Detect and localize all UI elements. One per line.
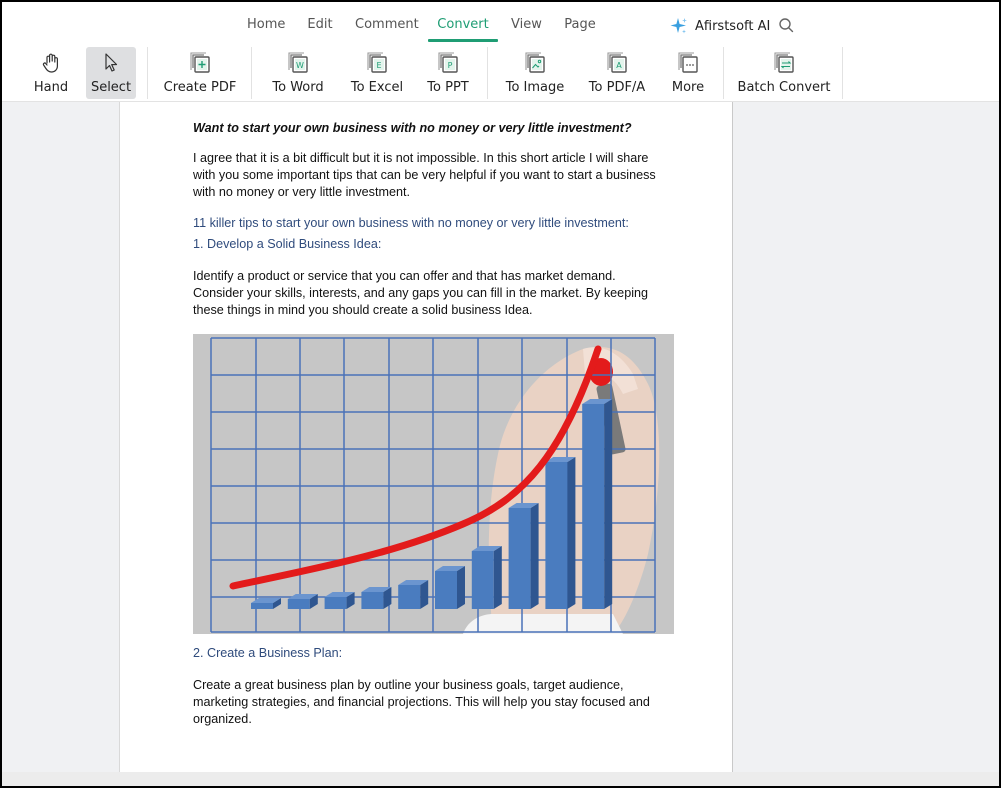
search-icon[interactable] — [778, 17, 794, 33]
to-excel-label: To Excel — [350, 80, 404, 95]
create-pdf-button[interactable]: Create PDF — [163, 47, 237, 99]
chart-bar — [508, 503, 539, 609]
to-ppt-button[interactable]: P To PPT — [425, 47, 471, 99]
to-ppt-icon: P — [438, 52, 458, 73]
document-page[interactable]: Want to start your own business with no … — [119, 102, 733, 772]
create-pdf-icon — [190, 52, 210, 73]
toolbar-separator — [487, 47, 488, 99]
growth-chart-illustration — [193, 334, 674, 634]
hand-icon — [42, 53, 58, 73]
hand-label: Hand — [33, 80, 69, 95]
to-pdfa-label: To PDF/A — [588, 80, 646, 95]
more-label: More — [671, 80, 705, 95]
chart-bar — [471, 546, 502, 609]
create-pdf-label: Create PDF — [163, 80, 237, 95]
tips-heading: 11 killer tips to start your own busines… — [193, 216, 629, 230]
growth-chart-image — [193, 334, 674, 634]
tip1-paragraph: Identify a product or service that you c… — [193, 269, 648, 317]
chart-bar — [582, 399, 613, 609]
to-ppt-label: To PPT — [427, 80, 469, 95]
svg-text:P: P — [448, 61, 453, 70]
chart-bar — [545, 457, 576, 609]
tip2-paragraph: Create a great business plan by outline … — [193, 678, 650, 726]
to-excel-icon: E — [367, 52, 387, 73]
intro-paragraph: I agree that it is a bit difficult but i… — [193, 151, 656, 199]
toolbar-separator — [147, 47, 148, 99]
sparkle-icon — [670, 18, 687, 34]
toolbar-separator — [723, 47, 724, 99]
top-bar: Home Edit Comment Convert View Page Afir… — [2, 2, 999, 102]
chart-bar — [324, 592, 355, 609]
bottom-strip — [2, 772, 999, 786]
toolbar-separator — [251, 47, 252, 99]
tab-home[interactable]: Home — [247, 14, 285, 40]
batch-convert-label: Batch Convert — [737, 80, 831, 95]
more-icon — [678, 52, 698, 73]
to-pdfa-button[interactable]: A To PDF/A — [588, 47, 646, 99]
to-pdfa-icon: A — [607, 52, 627, 73]
tip1-heading: 1. Develop a Solid Business Idea: — [193, 237, 382, 251]
more-button[interactable]: More — [670, 47, 706, 99]
cursor-icon — [105, 53, 118, 72]
ai-button-label: Afirstsoft AI — [695, 18, 771, 34]
to-image-icon — [525, 52, 545, 73]
chart-bar — [435, 566, 465, 609]
tab-edit[interactable]: Edit — [307, 14, 333, 40]
document-title: Want to start your own business with no … — [193, 121, 632, 135]
tab-view[interactable]: View — [511, 14, 542, 40]
to-word-icon: W — [288, 52, 308, 73]
chart-bar — [287, 594, 318, 609]
to-image-button[interactable]: To Image — [505, 47, 565, 99]
to-image-label: To Image — [505, 80, 565, 95]
convert-toolbar: Hand Select Create PDF W To Word E To Ex… — [2, 47, 999, 99]
batch-convert-icon — [774, 52, 794, 73]
svg-text:E: E — [376, 61, 381, 70]
tab-convert[interactable]: Convert — [428, 14, 498, 42]
select-label: Select — [90, 80, 132, 95]
to-word-button[interactable]: W To Word — [270, 47, 326, 99]
chart-bar — [398, 580, 429, 609]
chart-bar — [361, 587, 392, 609]
hand-tool-button[interactable]: Hand — [30, 47, 72, 99]
to-excel-button[interactable]: E To Excel — [350, 47, 404, 99]
svg-text:A: A — [616, 61, 622, 70]
tab-comment[interactable]: Comment — [355, 14, 419, 40]
batch-convert-button[interactable]: Batch Convert — [738, 47, 830, 99]
tab-page[interactable]: Page — [563, 14, 597, 40]
tip2-heading: 2. Create a Business Plan: — [193, 646, 343, 660]
select-tool-button[interactable]: Select — [86, 47, 136, 99]
to-word-label: To Word — [272, 80, 324, 95]
menu-tabs: Home Edit Comment Convert View Page — [247, 14, 597, 42]
toolbar-separator — [842, 47, 843, 99]
svg-text:W: W — [296, 61, 304, 70]
sleeve-shape — [463, 614, 623, 634]
afirstsoft-ai-button[interactable]: Afirstsoft AI — [670, 14, 770, 38]
app-window: Home Edit Comment Convert View Page Afir… — [2, 2, 999, 786]
